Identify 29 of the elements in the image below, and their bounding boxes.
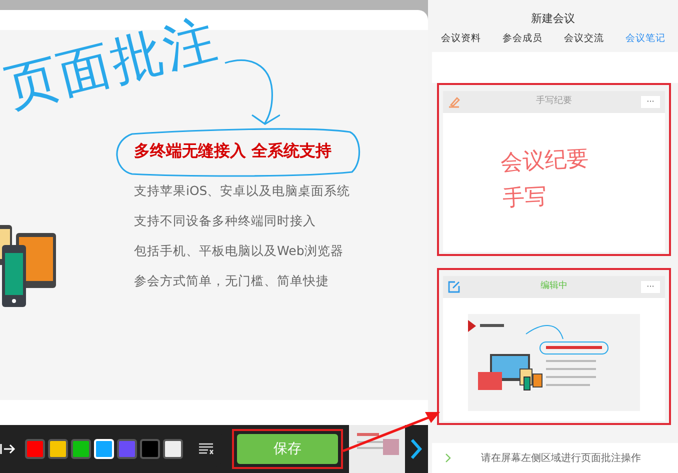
tab[interactable]: 会议交流 [562, 30, 606, 48]
chevron-right-icon[interactable] [410, 438, 422, 460]
tab[interactable]: 参会成员 [500, 30, 544, 48]
tab[interactable]: 会议资料 [438, 30, 483, 48]
color-swatch[interactable] [48, 439, 68, 459]
slide-text: 参会方式简单，无门槛、简单快捷 [134, 272, 330, 290]
slide-text: 支持不同设备多种终端同时接入 [134, 212, 317, 230]
color-swatch[interactable] [117, 439, 137, 459]
color-swatch[interactable] [163, 439, 183, 459]
slide-thumbnail[interactable] [349, 425, 405, 473]
more-button[interactable]: ··· [641, 96, 660, 108]
note-title: 编辑中 [540, 280, 568, 294]
handwritten-annotation: 页面批注 [0, 12, 224, 116]
more-button[interactable]: ··· [641, 281, 660, 293]
hint-text: 请在屏幕左侧区域进行页面批注操作 [481, 452, 641, 466]
color-swatch[interactable] [71, 439, 91, 459]
exit-icon[interactable] [0, 442, 16, 456]
handwritten-note: 会议纪要 [500, 145, 590, 178]
handwritten-note: 手写 [502, 183, 548, 214]
note-title: 手写纪要 [536, 95, 572, 108]
slide-heading: 多终端无缝接入 全系统支持 [134, 141, 333, 160]
chevron-right-icon [445, 453, 451, 463]
slide-text: 包括手机、平板电脑以及Web浏览器 [134, 242, 344, 260]
panel-title: 新建会议 [530, 11, 576, 27]
slide-text: 支持苹果iOS、安卓以及电脑桌面系统 [134, 182, 352, 200]
clear-list-icon[interactable] [198, 443, 214, 455]
color-swatch[interactable] [25, 439, 45, 459]
color-swatch[interactable] [140, 439, 160, 459]
edit-icon[interactable] [448, 281, 460, 293]
